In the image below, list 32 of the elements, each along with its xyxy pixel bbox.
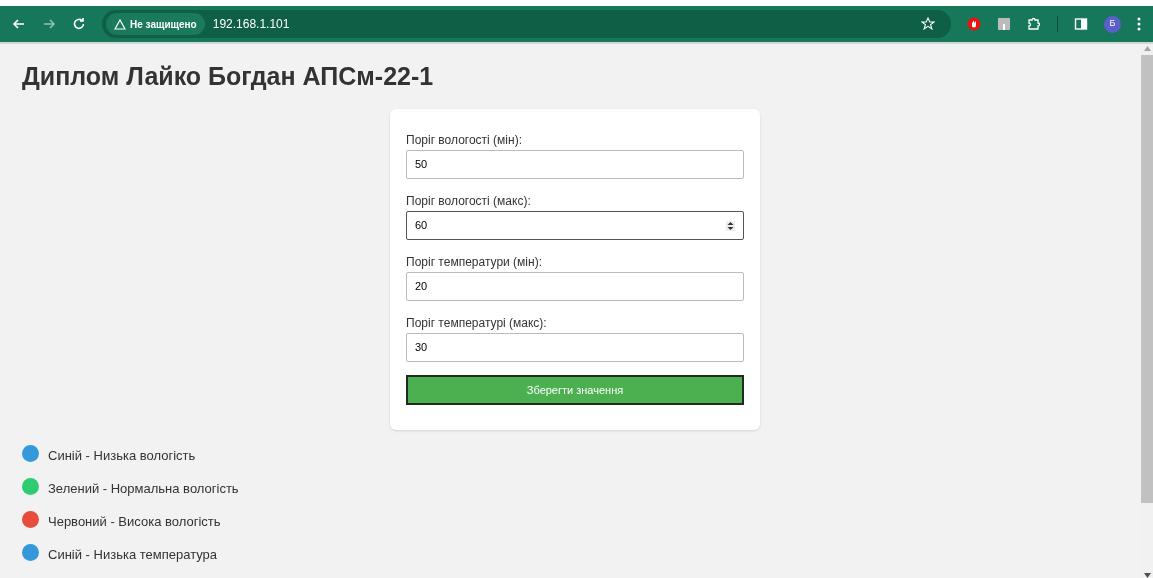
legend-label: Синій - Низька вологість [48,447,196,465]
page-title: Диплом Лайко Богдан АПСм-22-1 [22,61,435,92]
security-label: Не защищено [130,17,197,32]
address-bar[interactable]: Не защищено 192.168.1.101 [102,10,951,38]
field-label: Поріг вологості (мін): [406,133,523,148]
spinner-icon[interactable] [726,220,735,231]
number-field[interactable]: 60 [406,211,744,240]
puzzle-icon[interactable] [1027,17,1041,31]
scrollbar-thumb[interactable] [1141,55,1153,503]
bookmark-star-icon[interactable] [921,17,935,31]
legend-label: Синій - Низька температура [48,546,218,564]
menu-icon[interactable] [1137,17,1141,31]
number-field[interactable]: 30 [406,333,744,362]
security-chip[interactable]: Не защищено [106,13,205,35]
forward-icon[interactable] [42,17,56,31]
side-panel-icon[interactable] [1074,17,1088,31]
legend-label: Зелений - Нормальна вологість [48,480,239,498]
extension-hand-icon[interactable] [967,17,981,31]
scrollbar[interactable] [1141,44,1153,578]
legend-label: Червоний - Висока вологість [48,513,221,531]
profile-avatar[interactable]: Б [1104,15,1121,33]
number-field[interactable]: 20 [406,272,744,301]
back-icon[interactable] [12,17,26,31]
field-label: Поріг температурі (макс): [406,316,548,331]
scroll-down-icon[interactable] [1143,573,1151,578]
reload-icon[interactable] [72,17,86,31]
field-label: Поріг вологості (макс): [406,194,532,209]
url-text[interactable]: 192.168.1.101 [212,15,290,33]
warning-icon [114,18,126,30]
extension-icon[interactable] [997,17,1011,31]
field-label: Поріг температури (мін): [406,255,543,270]
number-field[interactable]: 50 [406,150,744,179]
